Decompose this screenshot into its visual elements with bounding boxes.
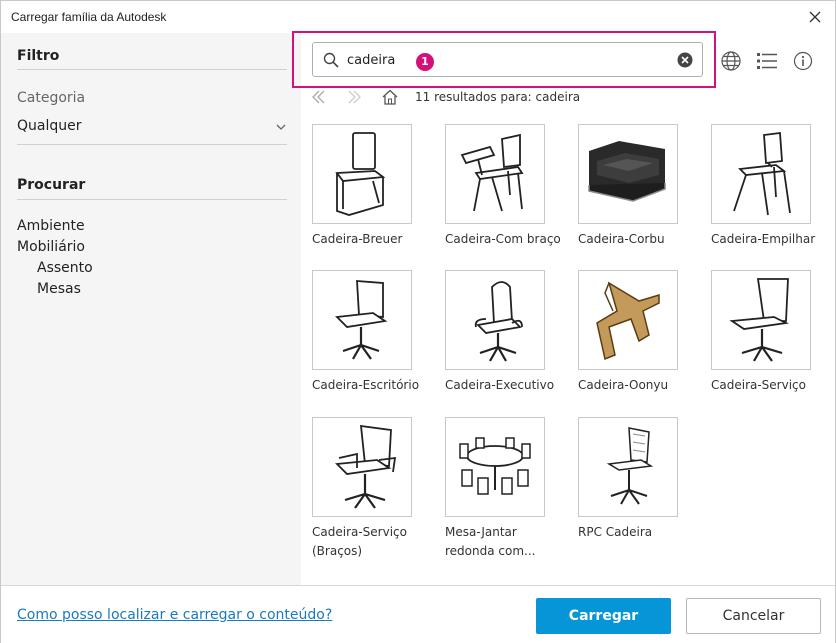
dialog-footer: Como posso localizar e carregar o conteú… xyxy=(1,585,835,643)
family-tile[interactable]: Cadeira-Oonyu xyxy=(578,270,708,395)
family-thumbnail[interactable] xyxy=(445,270,545,370)
help-link[interactable]: Como posso localizar e carregar o conteú… xyxy=(17,607,332,623)
cancel-button[interactable]: Cancelar xyxy=(686,598,821,634)
title-bar: Carregar família da Autodesk xyxy=(1,1,835,33)
family-name: Cadeira-Oonyu xyxy=(578,378,669,392)
family-tile[interactable]: Cadeira-Serviço (Braços) xyxy=(312,417,442,561)
category-select[interactable]: Qualquer xyxy=(17,117,287,139)
back-icon[interactable] xyxy=(310,88,328,106)
family-name: Cadeira-Serviço xyxy=(711,378,806,392)
family-name: Cadeira-Corbu xyxy=(578,232,665,246)
browse-heading: Procurar xyxy=(17,177,86,193)
family-name: Cadeira-Empilhar xyxy=(711,232,816,246)
chair-executive-icon xyxy=(474,281,523,362)
family-name: Mesa-Jantar redonda com... xyxy=(445,525,536,558)
divider xyxy=(17,144,287,145)
family-name: Cadeira-Serviço (Braços) xyxy=(312,525,407,558)
browse-item-mobiliario[interactable]: Mobiliário xyxy=(17,239,85,255)
browse-item-mesas[interactable]: Mesas xyxy=(37,281,81,297)
browse-item-assento[interactable]: Assento xyxy=(37,260,93,276)
category-value: Qualquer xyxy=(17,118,82,134)
info-icon[interactable] xyxy=(792,50,814,72)
chair-breuer-icon xyxy=(335,132,386,216)
family-thumbnail[interactable] xyxy=(578,417,678,517)
family-tile[interactable]: Cadeira-Com braço xyxy=(445,124,575,249)
chair-stack-icon xyxy=(733,131,791,216)
chair-oonyu-icon xyxy=(596,281,660,361)
chair-corbu-icon xyxy=(588,141,666,202)
family-tile[interactable]: Mesa-Jantar redonda com... xyxy=(445,417,575,561)
clear-search-icon[interactable] xyxy=(677,52,693,68)
results-count: 11 resultados para: cadeira xyxy=(415,90,581,104)
family-name: RPC Cadeira xyxy=(578,525,653,539)
search-box: 1 xyxy=(312,42,703,77)
family-thumbnail[interactable] xyxy=(312,417,412,517)
divider xyxy=(17,199,287,200)
family-thumbnail[interactable] xyxy=(312,270,412,370)
family-tile[interactable]: Cadeira-Executivo xyxy=(445,270,575,395)
chair-office-icon xyxy=(335,280,388,360)
family-thumbnail[interactable] xyxy=(578,270,678,370)
chair-arm-icon xyxy=(460,133,524,212)
window-title: Carregar família da Autodesk xyxy=(11,10,167,24)
family-thumbnail[interactable] xyxy=(445,124,545,224)
dining-table-icon xyxy=(459,437,531,495)
chevron-down-icon xyxy=(276,124,286,130)
load-button[interactable]: Carregar xyxy=(536,598,671,634)
dialog-window: Carregar família da Autodesk Filtro Cate… xyxy=(0,0,836,643)
search-icon xyxy=(323,52,339,68)
search-input[interactable] xyxy=(347,49,667,71)
filter-heading: Filtro xyxy=(17,48,60,64)
family-name: Cadeira-Executivo xyxy=(445,378,555,392)
category-label: Categoria xyxy=(17,90,86,106)
globe-icon[interactable] xyxy=(720,50,742,72)
divider xyxy=(17,69,287,70)
family-thumbnail[interactable] xyxy=(711,270,811,370)
home-icon[interactable] xyxy=(381,88,399,106)
family-tile[interactable]: Cadeira-Serviço xyxy=(711,270,836,395)
family-name: Cadeira-Breuer xyxy=(312,232,403,246)
close-icon[interactable] xyxy=(805,7,825,27)
family-thumbnail[interactable] xyxy=(312,124,412,224)
chair-service-icon xyxy=(729,278,789,362)
family-thumbnail[interactable] xyxy=(711,124,811,224)
family-tile[interactable]: RPC Cadeira xyxy=(578,417,708,542)
list-view-icon[interactable] xyxy=(756,50,778,72)
family-tile[interactable]: Cadeira-Corbu xyxy=(578,124,708,249)
chair-service-arms-icon xyxy=(335,424,397,509)
family-tile[interactable]: Cadeira-Empilhar xyxy=(711,124,836,249)
step-badge: 1 xyxy=(416,53,434,71)
family-tile[interactable]: Cadeira-Breuer xyxy=(312,124,442,249)
forward-icon[interactable] xyxy=(345,88,363,106)
chair-rpc-icon xyxy=(606,427,654,505)
results-panel: 1 xyxy=(292,31,836,585)
family-thumbnail[interactable] xyxy=(445,417,545,517)
family-tile[interactable]: Cadeira-Escritório xyxy=(312,270,442,395)
family-thumbnail[interactable] xyxy=(578,124,678,224)
filter-sidebar: Filtro Categoria Qualquer Procurar Ambie… xyxy=(1,33,301,585)
browse-item-ambiente[interactable]: Ambiente xyxy=(17,218,85,234)
family-name: Cadeira-Com braço xyxy=(445,232,561,246)
family-name: Cadeira-Escritório xyxy=(312,378,420,392)
